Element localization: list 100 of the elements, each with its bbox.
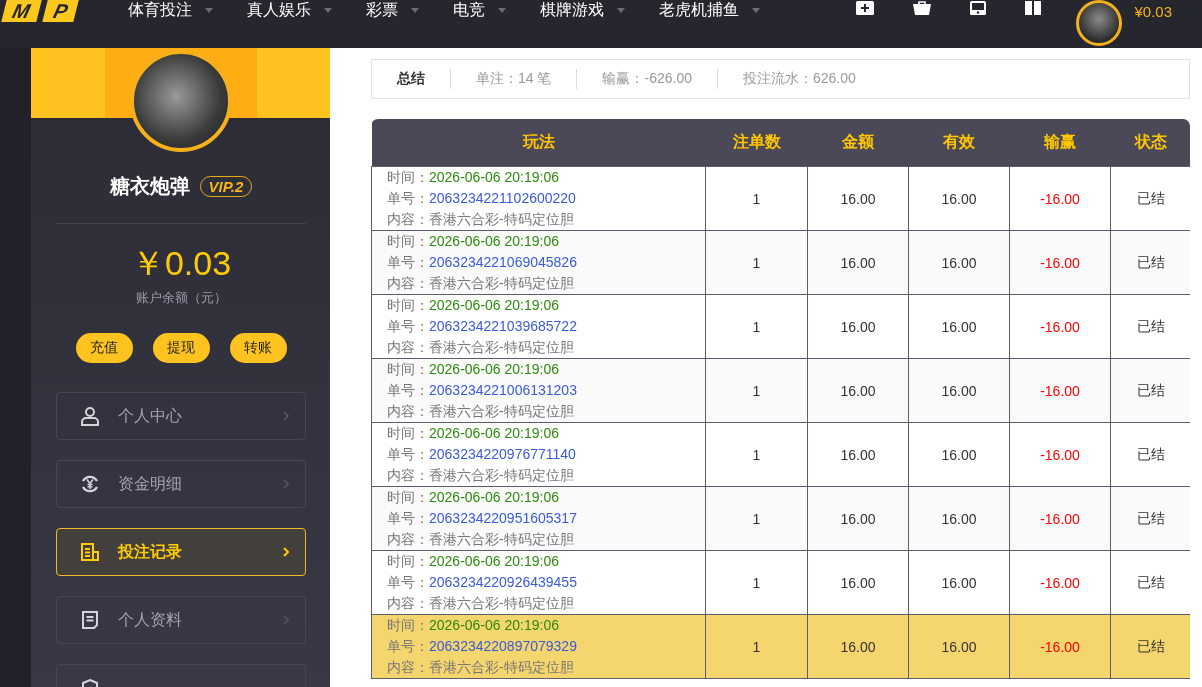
field-label: 单号： [387,190,429,206]
order-number-link[interactable]: 2063234221069045826 [429,254,577,270]
table-cell: 1 [705,486,808,551]
caret-icon [617,7,625,13]
chevron-icon [283,547,289,557]
table-cell: 16.00 [908,486,1010,551]
table-cell: 16.00 [908,230,1010,295]
field-label: 单号： [387,574,429,590]
order-number-link[interactable]: 2063234221102600220 [429,190,576,206]
field-label: 时间： [387,361,429,377]
bet-content: 内容：香港六合彩-特码定位胆 [387,531,574,547]
summary-stat: 单注：14 笔 [476,70,552,88]
table-cell: 16.00 [908,358,1010,423]
bet-time: 2026-06-06 20:19:06 [429,617,559,633]
user-icon [80,406,100,426]
nav-menu-item[interactable]: 棋牌游戏 [540,0,625,20]
summary-stat: 投注流水：626.00 [742,70,856,88]
document-icon [80,542,100,562]
phone-icon[interactable] [970,1,987,15]
table-cell: 1 [705,614,808,679]
table-cell: -16.00 [1009,358,1111,423]
chevron-icon [283,615,289,625]
field-label: 单号： [387,382,429,398]
nav-menu-item[interactable]: 体育投注 [128,0,213,20]
caret-icon [324,7,332,13]
bet-time: 2026-06-06 20:19:06 [429,169,559,185]
table-cell: 1 [705,358,808,423]
table-cell: 16.00 [807,294,909,359]
order-number-link[interactable]: 2063234220926439455 [429,574,577,590]
field-label: 单号： [387,318,429,334]
summary-stat: 输赢：-626.00 [602,70,692,88]
bet-content: 内容：香港六合彩-特码定位胆 [387,403,574,419]
user-name: 糖衣炮弹 [109,174,190,198]
column-header: 输赢 [1009,119,1111,167]
table-cell: 16.00 [908,550,1010,615]
balance-amount: ¥0.03 [1134,2,1172,22]
bet-content: 内容：香港六合彩-特码定位胆 [387,659,574,675]
summary-title: 总结 [397,70,425,88]
table-cell: -16.00 [1009,294,1111,359]
caret-icon [411,7,419,13]
chevron-icon [283,411,289,421]
field-label: 单号： [387,446,429,462]
table-cell: 1 [705,166,808,231]
order-number-link[interactable]: 2063234220951605317 [429,510,577,526]
nav-menu-item[interactable]: 彩票 [366,0,419,20]
bet-content: 内容：香港六合彩-特码定位胆 [387,339,574,355]
action-button[interactable]: 提现 [152,333,210,363]
table-cell: 16.00 [908,294,1010,359]
field-label: 时间： [387,297,429,313]
bet-time: 2026-06-06 20:19:06 [429,361,559,377]
field-label: 时间： [387,425,429,441]
menu-item[interactable]: 个人资料 [56,596,306,644]
bet-content: 内容：香港六合彩-特码定位胆 [387,595,574,611]
action-button[interactable]: 转账 [229,333,287,363]
column-header: 注单数 [705,119,808,167]
bet-content: 内容：香港六合彩-特码定位胆 [387,275,574,291]
column-header: 玩法 [371,119,706,167]
table-cell: 16.00 [807,230,909,295]
nav-menu-item[interactable]: 真人娱乐 [247,0,332,20]
panels-icon[interactable] [1025,1,1042,15]
nav-menu-item[interactable]: 老虎机捕鱼 [659,0,760,20]
bet-time: 2026-06-06 20:19:06 [429,233,559,249]
field-label: 单号： [387,638,429,654]
order-number-link[interactable]: 2063234220897079329 [429,638,577,654]
action-button[interactable]: 充值 [75,333,133,363]
column-header: 状态 [1110,119,1190,167]
yen-coin-icon [80,474,100,494]
table-cell: -16.00 [1009,230,1111,295]
table-cell: 16.00 [908,422,1010,487]
table-cell: 已结 [1110,166,1190,231]
table-cell: -16.00 [1009,166,1111,231]
order-number-link[interactable]: 2063234220976771140 [429,446,576,462]
table-cell: 16.00 [807,166,909,231]
bet-time: 2026-06-06 20:19:06 [429,553,559,569]
field-label: 单号： [387,510,429,526]
table-cell: 16.00 [908,614,1010,679]
menu-item[interactable]: 资金明细 [56,460,306,508]
table-cell: 16.00 [807,486,909,551]
table-cell: 16.00 [807,614,909,679]
column-header: 有效 [908,119,1010,167]
caret-icon [498,7,506,13]
field-label: 时间： [387,233,429,249]
avatar-placeholder[interactable] [1076,0,1123,46]
column-header: 金额 [807,119,909,167]
menu-item[interactable]: 投注记录 [56,528,306,576]
field-label: 时间： [387,617,429,633]
bet-time: 2026-06-06 20:19:06 [429,297,559,313]
bag-icon[interactable] [913,1,932,15]
plus-box-icon[interactable] [856,1,875,15]
balance-label: 账户余额（元） [134,289,228,307]
caret-icon [205,7,213,13]
nav-menu-item[interactable]: 电竞 [453,0,506,20]
table-cell: -16.00 [1009,550,1111,615]
table-cell: 16.00 [807,358,909,423]
balance-amount: ￥0.03 [129,243,233,283]
order-number-link[interactable]: 2063234221039685722 [429,318,577,334]
bet-time: 2026-06-06 20:19:06 [429,489,559,505]
menu-item[interactable]: 个人中心 [56,392,306,440]
note-icon [80,610,100,630]
order-number-link[interactable]: 2063234221006131203 [429,382,577,398]
